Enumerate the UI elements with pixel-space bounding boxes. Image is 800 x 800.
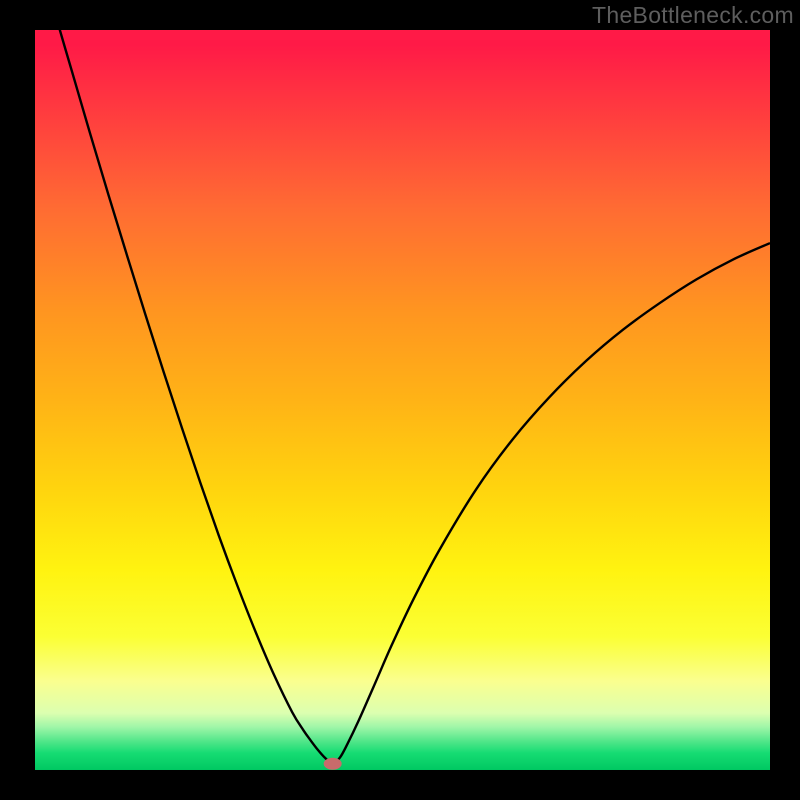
watermark-text: TheBottleneck.com [592,2,794,29]
chart-frame: TheBottleneck.com [0,0,800,800]
valley-marker [324,758,342,770]
chart-svg [35,30,770,770]
plot-area [35,30,770,770]
bottleneck-curve [35,30,770,764]
